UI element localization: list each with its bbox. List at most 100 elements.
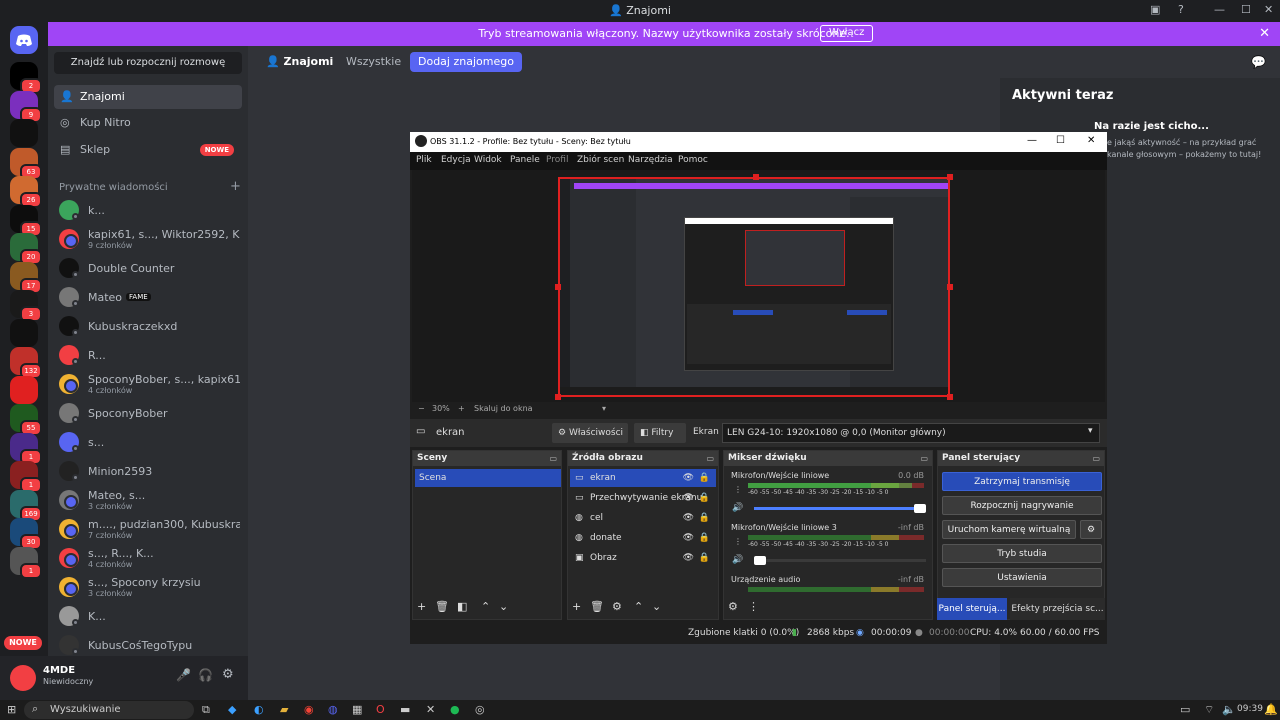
minimize-button[interactable]: — — [1214, 3, 1225, 16]
obs-minimize-button[interactable]: — — [1027, 135, 1037, 146]
undock-icon[interactable]: ▭ — [706, 451, 714, 466]
server-icon[interactable]: 15 — [10, 204, 42, 237]
resize-handle[interactable] — [947, 394, 953, 400]
menu-item[interactable]: Narzędzia — [628, 155, 673, 165]
tab-controls[interactable]: Panel sterują... — [937, 598, 1007, 620]
inbox-icon[interactable]: ▣ — [1150, 3, 1160, 16]
filters-button[interactable]: ◧ Filtry — [634, 423, 686, 443]
resize-handle[interactable] — [753, 174, 759, 180]
studio-mode-button[interactable]: Tryb studia — [942, 544, 1102, 563]
menu-item[interactable]: Panele — [510, 155, 540, 165]
tab-transitions[interactable]: Efekty przejścia sc... — [1010, 598, 1105, 620]
chrome-icon[interactable]: ◉ — [304, 703, 314, 716]
dm-item[interactable]: Mateo, s... 3 członków — [54, 486, 242, 514]
obs-taskbar-icon[interactable]: ◎ — [475, 703, 485, 716]
add-icon[interactable]: + — [572, 600, 581, 613]
dm-item[interactable]: Mateo FAME — [54, 283, 242, 311]
notification-bell-icon[interactable]: 🔔 — [1264, 703, 1278, 716]
dm-item[interactable]: SpoconyBober — [54, 399, 242, 427]
server-icon[interactable]: 132 — [10, 347, 42, 379]
nav-shop[interactable]: ▤ Sklep NOWE — [54, 138, 242, 162]
server-icon[interactable]: 55 — [10, 404, 42, 436]
screen-select[interactable]: LEN G24-10: 1920x1080 @ 0,0 (Monitor głó… — [722, 423, 1100, 443]
source-item[interactable]: ▣ Obraz 👁 🔒 — [570, 549, 716, 567]
menu-item[interactable]: Zbiór scen — [577, 155, 624, 165]
nav-friends[interactable]: 👤 Znajomi — [54, 85, 242, 109]
filter-icon[interactable]: ◧ — [457, 600, 467, 613]
server-icon[interactable]: 3 — [10, 290, 42, 322]
dm-item[interactable]: R... — [54, 341, 242, 369]
volume-knob[interactable] — [754, 556, 766, 565]
lock-icon[interactable]: 🔒 — [699, 469, 710, 487]
server-icon[interactable]: 1 — [10, 432, 42, 465]
tab-all[interactable]: Wszystkie — [346, 52, 401, 72]
dm-item[interactable]: s... — [54, 428, 242, 456]
eye-icon[interactable]: 👁 — [683, 509, 694, 527]
dm-item[interactable]: SpoconyBober, s..., kapix61 4 członków — [54, 370, 242, 398]
undock-icon[interactable]: ▭ — [1092, 451, 1100, 466]
eye-icon[interactable]: 👁 — [683, 489, 694, 507]
server-icon[interactable] — [10, 318, 38, 347]
dm-item[interactable]: m...., pudzian300, Kubuskracz...7 członk… — [54, 515, 242, 543]
close-banner-icon[interactable]: ✕ — [1259, 26, 1270, 41]
move-up-icon[interactable]: ⌃ — [634, 600, 643, 613]
server-icon[interactable] — [10, 375, 38, 404]
eye-icon[interactable]: 👁 — [683, 549, 694, 567]
menu-item[interactable]: Profil — [546, 155, 568, 165]
server-icon[interactable]: 169 — [10, 489, 42, 522]
resize-handle[interactable] — [555, 394, 561, 400]
add-icon[interactable]: + — [417, 600, 426, 613]
volume-slider[interactable] — [754, 556, 926, 565]
server-icon[interactable]: 1 — [10, 546, 42, 579]
taskbar-search[interactable]: ⌕ Wyszukiwanie — [24, 701, 194, 719]
disable-streamer-mode-button[interactable]: Wyłącz — [820, 25, 874, 42]
dm-item[interactable]: K... — [54, 602, 242, 630]
more-icon[interactable]: ⋮ — [748, 600, 759, 613]
spotify-icon[interactable]: ● — [450, 703, 460, 716]
speaker-icon[interactable]: 🔊 — [732, 503, 743, 513]
help-icon[interactable]: ? — [1178, 3, 1184, 16]
windows-start-icon[interactable]: ⊞ — [7, 703, 16, 716]
stop-streaming-button[interactable]: Zatrzymaj transmisję — [942, 472, 1102, 491]
search-input[interactable]: Znajdź lub rozpocznij rozmowę — [54, 52, 242, 74]
chevron-down-icon[interactable]: ▾ — [602, 404, 606, 413]
server-icon[interactable] — [10, 119, 38, 147]
server-icon[interactable]: 20 — [10, 233, 42, 265]
settings-gear-icon[interactable]: ⚙ — [222, 667, 234, 682]
undock-icon[interactable]: ▭ — [549, 451, 557, 466]
server-icon[interactable]: 17 — [10, 261, 42, 294]
dm-item[interactable]: s..., R..., K... 4 członków — [54, 544, 242, 572]
menu-item[interactable]: Plik — [416, 155, 432, 165]
channel-menu-icon[interactable]: ⋮ — [734, 537, 742, 546]
add-friend-button[interactable]: Dodaj znajomego — [410, 52, 522, 72]
menu-item[interactable]: Edycja — [441, 155, 471, 165]
gear-icon[interactable]: ⚙ — [612, 600, 622, 613]
undock-icon[interactable]: ▭ — [920, 451, 928, 466]
source-item[interactable]: ▭ Przechwytywanie ekranu 👁 🔒 — [570, 489, 716, 507]
avatar[interactable] — [10, 665, 36, 691]
resize-handle[interactable] — [947, 174, 953, 180]
source-item[interactable]: ▭ ekran 👁 🔒 — [570, 469, 716, 487]
zoom-mode-select[interactable]: Skaluj do okna — [474, 404, 533, 413]
server-icon[interactable]: 30 — [10, 518, 42, 550]
dm-item[interactable]: Minion2593 — [54, 457, 242, 485]
virtual-camera-settings-icon[interactable]: ⚙ — [1080, 520, 1102, 539]
properties-button[interactable]: ⚙ Właściwości — [552, 423, 628, 443]
app-icon[interactable]: ▬ — [400, 703, 410, 716]
server-icon[interactable]: 2 — [10, 62, 42, 94]
server-icon[interactable]: 26 — [10, 176, 42, 208]
dm-item[interactable]: KubusCośTegoTypu — [54, 631, 242, 656]
server-icon[interactable]: 1 — [10, 461, 42, 493]
channel-menu-icon[interactable]: ⋮ — [734, 485, 742, 494]
microphone-icon[interactable]: 🎤 — [176, 668, 191, 682]
move-down-icon[interactable]: ⌄ — [652, 600, 661, 613]
opera-icon[interactable]: O — [376, 703, 385, 716]
file-explorer-icon[interactable]: ▰ — [280, 703, 288, 716]
chevron-down-icon[interactable]: ▾ — [1088, 426, 1093, 436]
lock-icon[interactable]: 🔒 — [699, 509, 710, 527]
obs-preview[interactable] — [412, 170, 1105, 402]
zoom-in-icon[interactable]: + — [458, 404, 465, 413]
app-icon[interactable]: ◆ — [228, 703, 236, 716]
settings-button[interactable]: Ustawienia — [942, 568, 1102, 587]
zoom-out-icon[interactable]: − — [418, 404, 425, 413]
